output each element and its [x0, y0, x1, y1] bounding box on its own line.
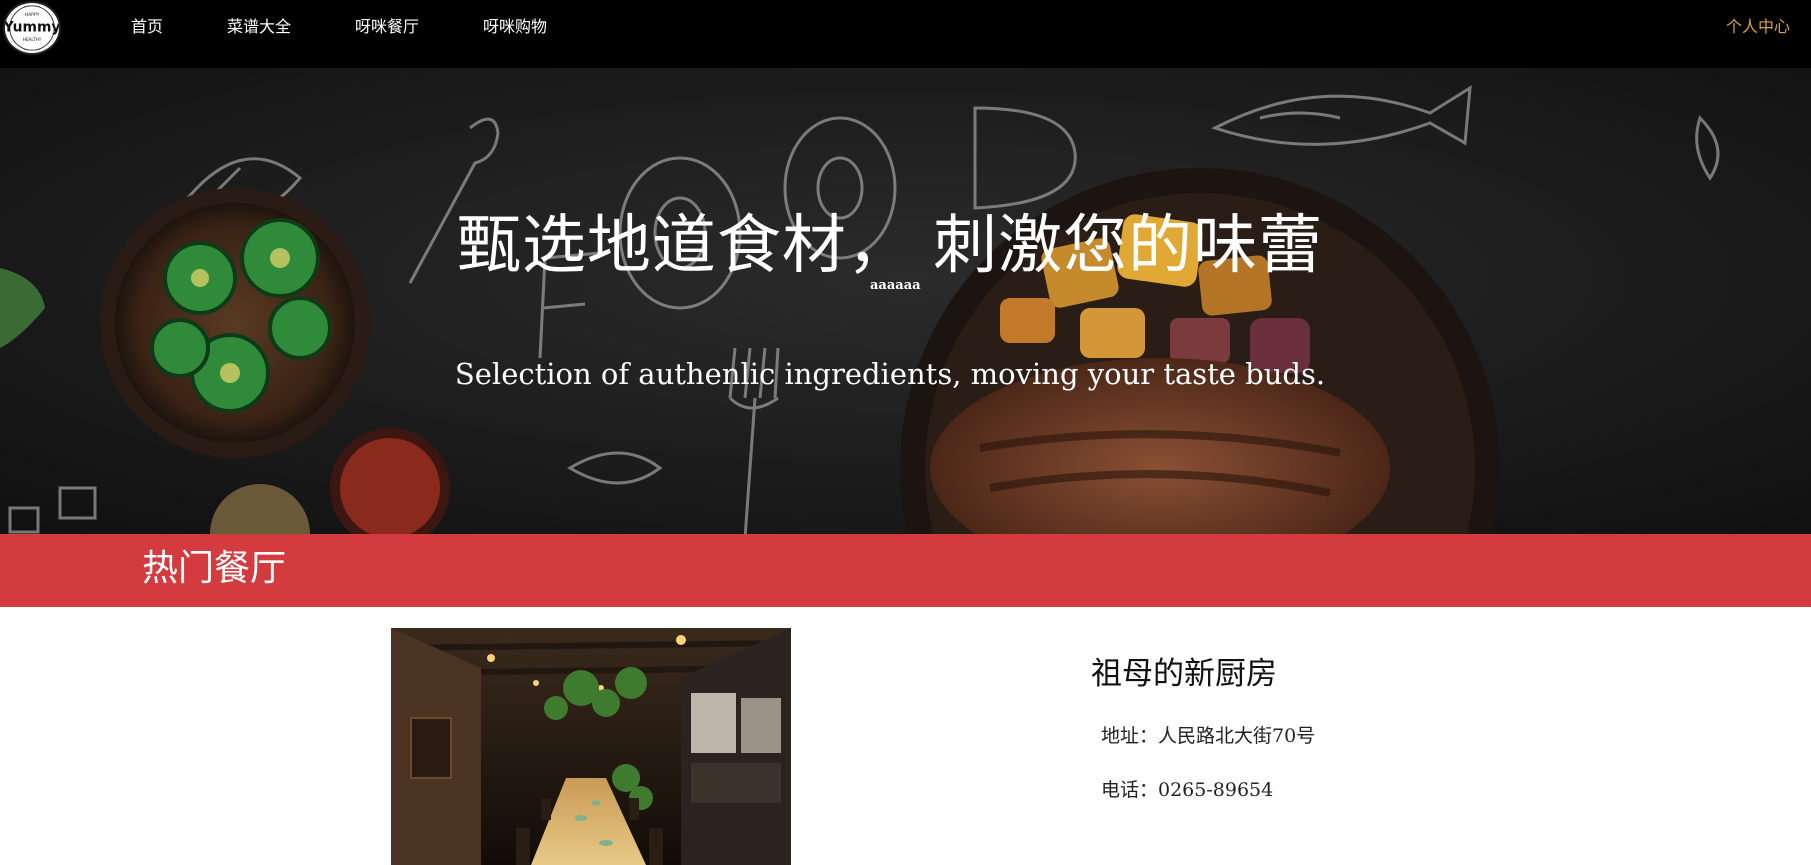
top-navbar: HAPPY Yummy HEALTHY 首页 菜谱大全 呀咪餐厅 呀咪购物 个人…	[0, 0, 1811, 68]
restaurant-interior-image	[391, 628, 791, 865]
section-title: 热门餐厅	[142, 548, 287, 589]
restaurant-phone: 电话：0265-89654	[1101, 779, 1274, 801]
hero-title: 甄选地道食材， 刺激您的味蕾	[456, 209, 1324, 283]
restaurant-photo[interactable]	[391, 628, 791, 865]
restaurant-name[interactable]: 祖母的新厨房	[1091, 654, 1277, 694]
nav-user-center[interactable]: 个人中心	[1726, 17, 1790, 37]
logo-top-text: HAPPY	[25, 12, 40, 18]
nav-item-shopping[interactable]: 呀咪购物	[483, 17, 547, 37]
section-header-band: 热门餐厅	[0, 534, 1811, 607]
hero-banner: 甄选地道食材， 刺激您的味蕾 aaaaaa Selection of authe…	[0, 68, 1811, 534]
hero-food-illustration	[0, 68, 1811, 534]
nav-item-restaurants[interactable]: 呀咪餐厅	[355, 17, 419, 37]
nav-item-recipes[interactable]: 菜谱大全	[227, 17, 291, 37]
restaurant-address: 地址：人民路北大街70号	[1101, 725, 1316, 747]
yummy-logo[interactable]: HAPPY Yummy HEALTHY	[3, 1, 61, 55]
hero-subtitle: Selection of authenlic ingredients, movi…	[454, 357, 1326, 391]
nav-item-home[interactable]: 首页	[131, 17, 163, 37]
logo-bottom-text: HEALTHY	[23, 37, 42, 42]
logo-graphic: HAPPY Yummy HEALTHY	[5, 5, 59, 51]
hero-small-text: aaaaaa	[870, 278, 921, 293]
logo-main-text: Yummy	[5, 20, 59, 36]
